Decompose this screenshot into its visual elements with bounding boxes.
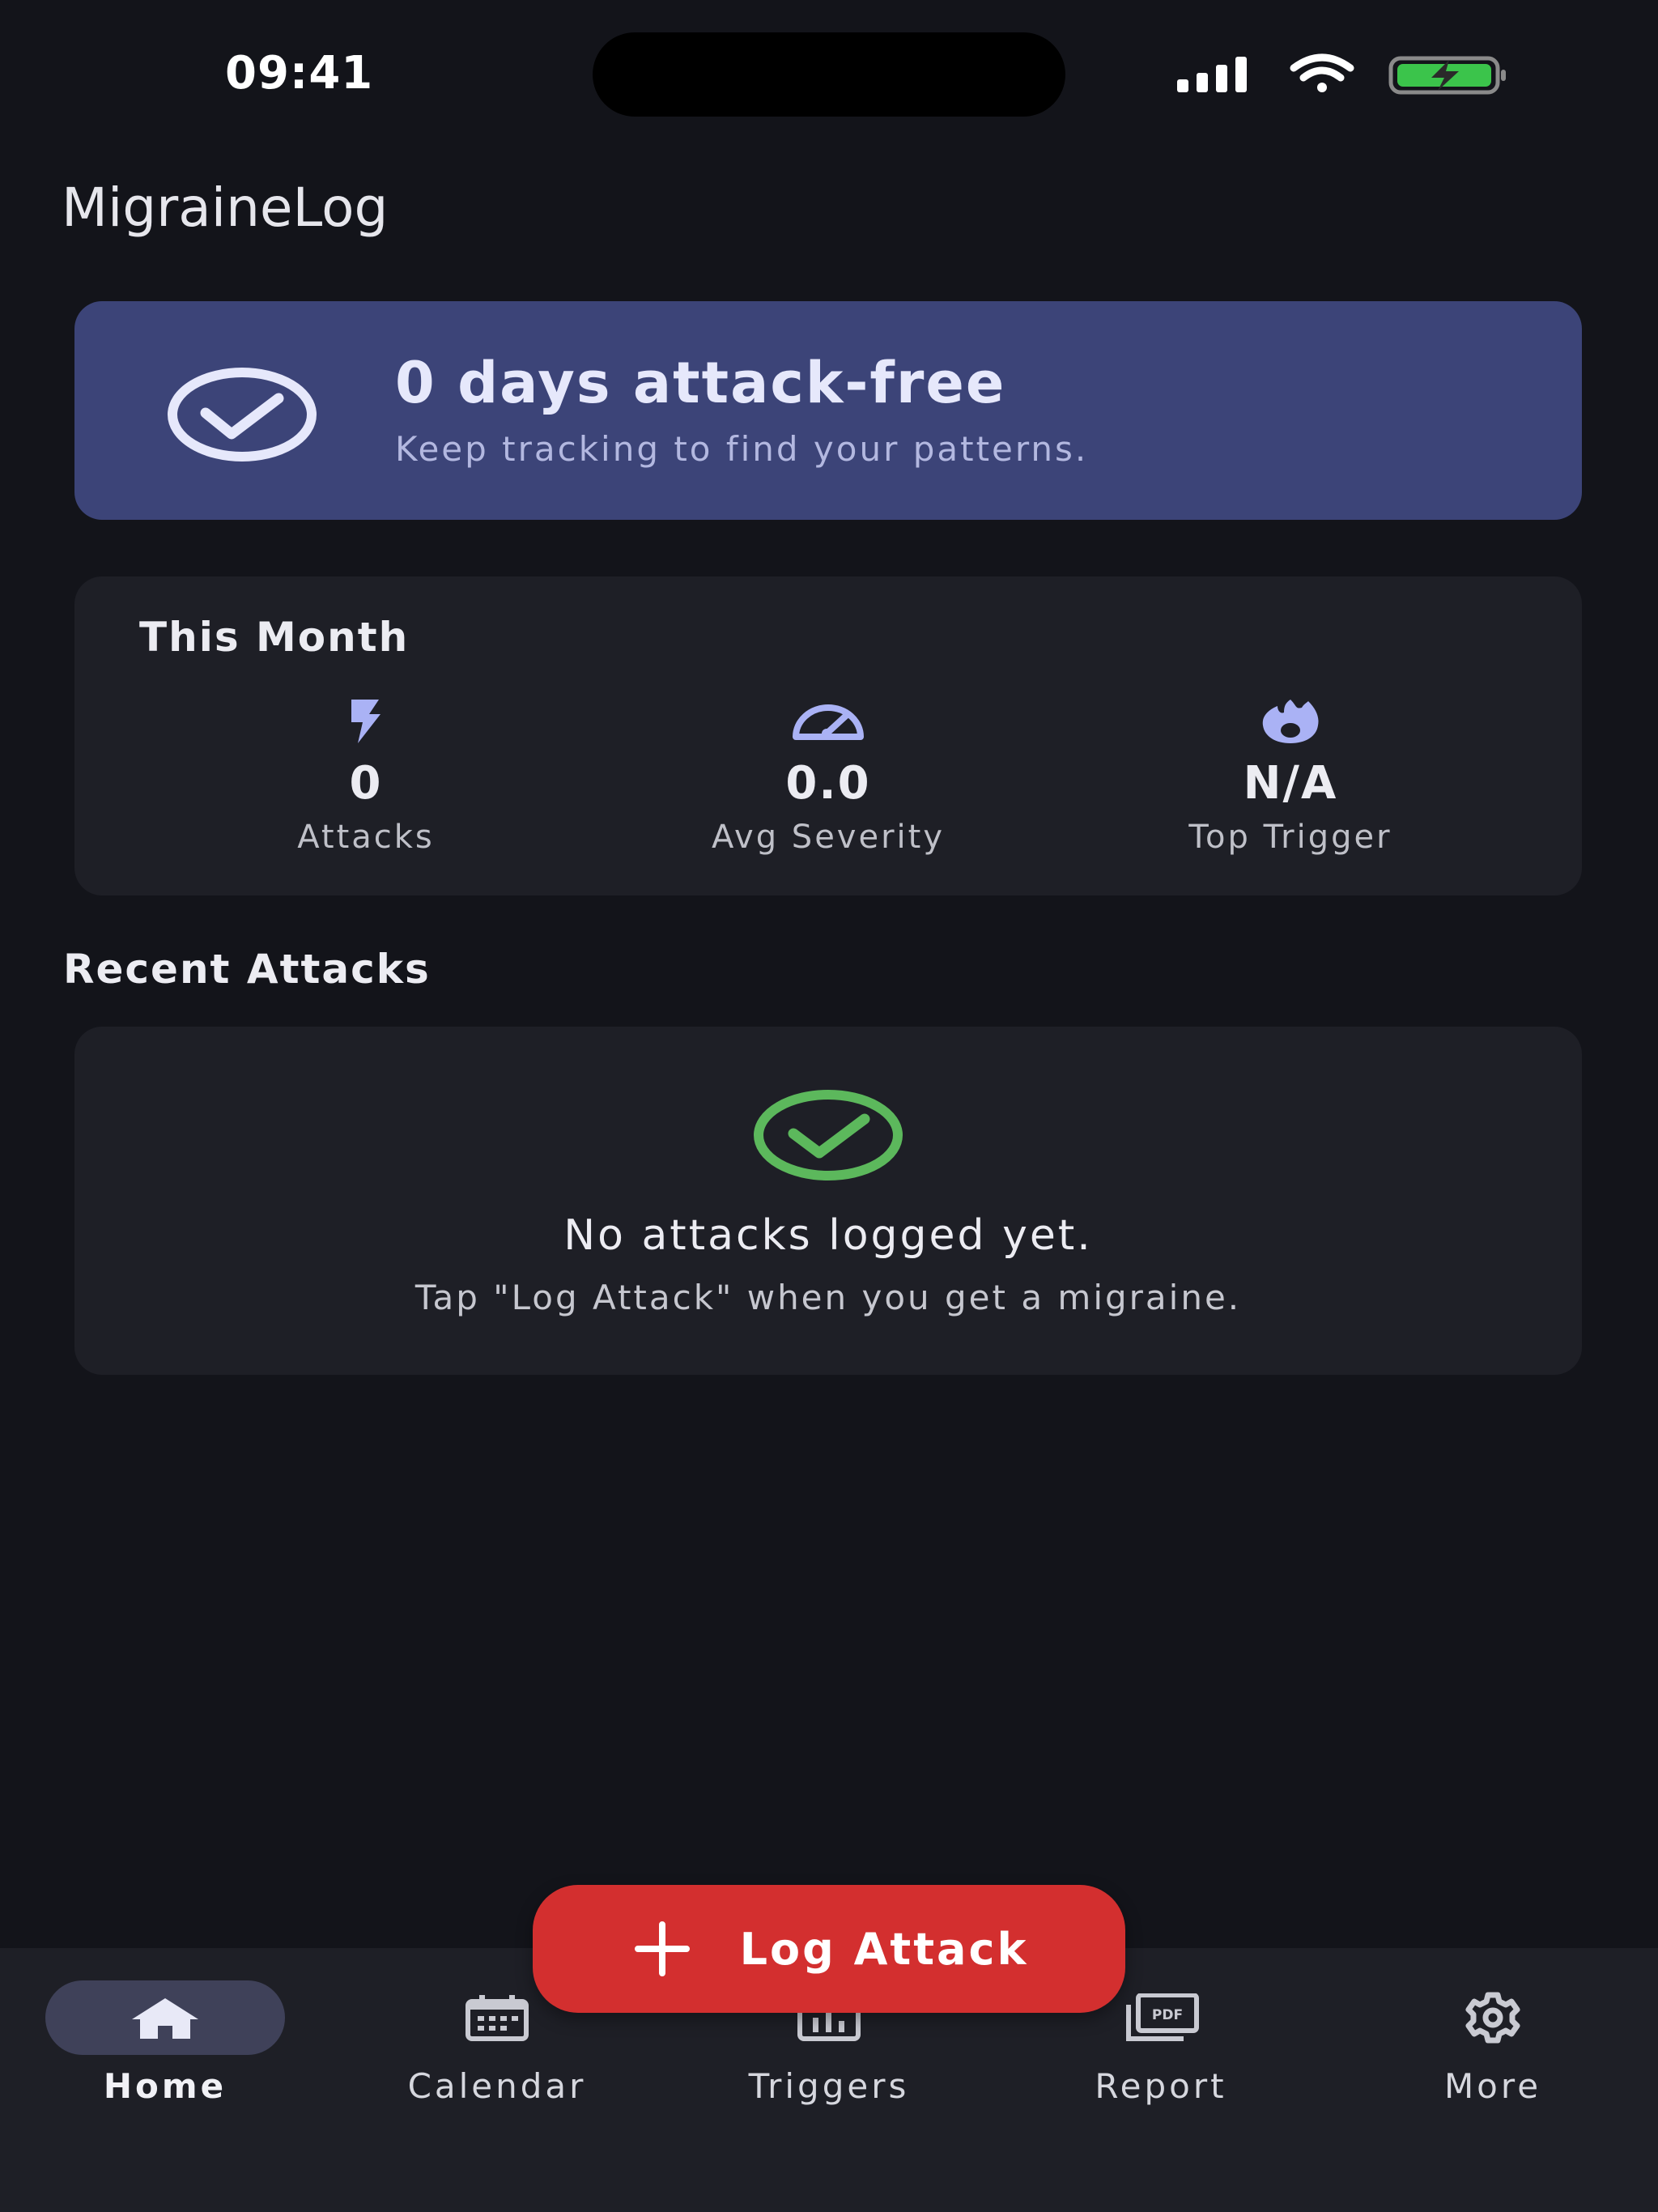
home-screen: 09:41 MigraineLog 0 days attack-free Kee… — [0, 0, 1658, 2212]
nav-item-home[interactable]: Home — [44, 1980, 287, 2106]
status-time: 09:41 — [225, 47, 374, 100]
speedometer-icon — [793, 704, 864, 740]
streak-title: 0 days attack-free — [395, 350, 1006, 416]
streak-subtitle: Keep tracking to find your patterns. — [395, 429, 1089, 469]
stat-avg-severity-label: Avg Severity — [712, 819, 945, 856]
stat-avg-severity: 0.0 Avg Severity — [626, 696, 1031, 857]
stat-attacks-label: Attacks — [297, 819, 435, 856]
nav-label-triggers: Triggers — [748, 2066, 910, 2106]
recent-attacks-empty-card: No attacks logged yet. Tap "Log Attack" … — [74, 1027, 1582, 1375]
stat-top-trigger-label: Top Trigger — [1188, 819, 1392, 856]
plus-icon — [634, 1921, 690, 1976]
check-circle-icon — [754, 1090, 903, 1180]
status-icons — [1174, 50, 1514, 99]
nav-active-indicator — [45, 1980, 285, 2055]
nav-label-calendar: Calendar — [407, 2066, 587, 2106]
this-month-card: This Month 0 Attacks 0.0 Avg Severity N/… — [74, 576, 1582, 895]
stat-attacks: 0 Attacks — [164, 696, 568, 857]
empty-state-title: No attacks logged yet. — [563, 1211, 1093, 1260]
recent-attacks-title: Recent Attacks — [63, 946, 431, 993]
stat-top-trigger-value: N/A — [1243, 757, 1338, 810]
log-attack-button[interactable]: Log Attack — [533, 1885, 1125, 2013]
empty-state-subtitle: Tap "Log Attack" when you get a migraine… — [414, 1278, 1242, 1317]
pdf-icon: PDF — [1126, 1993, 1199, 2041]
home-icon — [132, 1998, 198, 2039]
lightning-bolt-icon — [351, 700, 380, 743]
nav-item-more[interactable]: More — [1371, 1980, 1614, 2106]
stat-attacks-value: 0 — [349, 757, 383, 810]
stat-avg-severity-value: 0.0 — [785, 757, 871, 810]
check-circle-icon — [168, 368, 317, 462]
dynamic-island — [593, 32, 1065, 117]
app-title: MigraineLog — [62, 177, 389, 239]
battery-charging-icon — [1388, 56, 1506, 95]
wifi-icon — [1290, 53, 1354, 92]
streak-banner: 0 days attack-free Keep tracking to find… — [74, 301, 1582, 520]
calendar-icon — [466, 1995, 529, 2041]
this-month-title: This Month — [139, 614, 410, 661]
nav-label-home: Home — [103, 2066, 227, 2106]
stat-top-trigger: N/A Top Trigger — [1088, 696, 1493, 857]
nav-icon-wrap — [1373, 1980, 1613, 2055]
cellular-signal-icon — [1177, 57, 1247, 92]
log-attack-label: Log Attack — [739, 1923, 1029, 1975]
gear-icon — [1465, 1992, 1520, 2044]
fire-icon — [1262, 700, 1319, 743]
nav-label-report: Report — [1095, 2066, 1227, 2106]
nav-label-more: More — [1443, 2066, 1542, 2106]
svg-text:PDF: PDF — [1152, 2007, 1183, 2023]
